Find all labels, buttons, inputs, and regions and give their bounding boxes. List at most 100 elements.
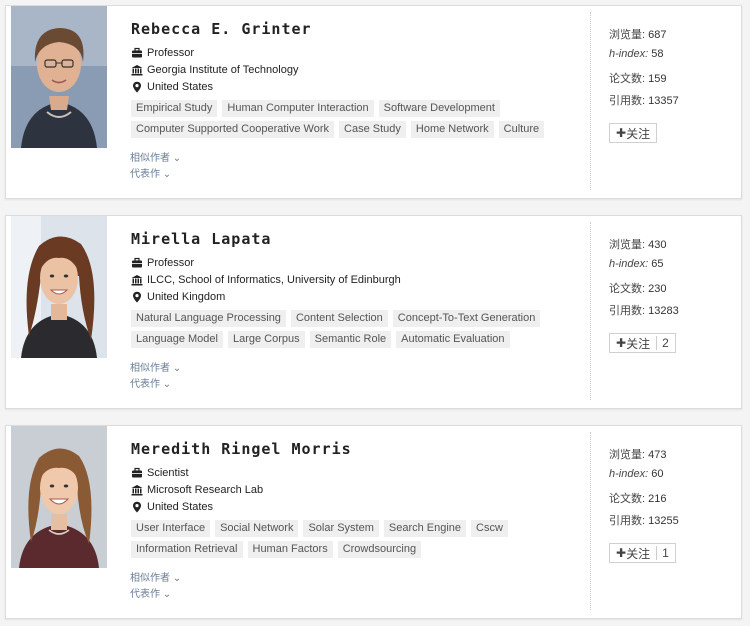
views-value: 473 (648, 449, 667, 461)
follow-count: 2 (656, 336, 669, 350)
tag[interactable]: Natural Language Processing (131, 310, 286, 327)
plus-icon: ✚ (616, 336, 627, 350)
tag[interactable]: Semantic Role (309, 331, 392, 348)
tag[interactable]: Information Retrieval (131, 541, 243, 558)
citations-value: 13283 (648, 305, 679, 317)
follow-count: 1 (656, 546, 669, 560)
institution-icon (131, 485, 143, 496)
papers-stat: 论文数: 230 (609, 283, 667, 295)
hindex-value: 58 (651, 48, 664, 60)
representative-works-label: 代表作 (130, 169, 160, 180)
position-row: Professor (131, 257, 194, 269)
tag[interactable]: Concept-To-Text Generation (392, 310, 541, 327)
position-row: Scientist (131, 467, 189, 479)
views-stat: 浏览量: 430 (609, 239, 667, 251)
views-stat: 浏览量: 473 (609, 449, 667, 461)
location-text: United Kingdom (147, 291, 226, 303)
representative-works-toggle[interactable]: 代表作 ⌄ (130, 165, 171, 180)
avatar[interactable] (11, 6, 107, 148)
papers-value: 216 (648, 493, 667, 505)
representative-works-toggle[interactable]: 代表作 ⌄ (130, 375, 171, 390)
papers-stat: 论文数: 159 (609, 73, 667, 85)
scholar-card-1: Rebecca E. Grinter Professor Georgia Ins… (5, 5, 742, 199)
tag[interactable]: Solar System (303, 520, 379, 537)
tag[interactable]: Human Computer Interaction (222, 100, 374, 117)
follow-button[interactable]: ✚ 关注 1 (609, 543, 676, 563)
tag[interactable]: Social Network (215, 520, 299, 537)
location-row: United States (131, 81, 213, 93)
tag[interactable]: Cscw (471, 520, 508, 537)
divider (590, 222, 591, 400)
papers-value: 230 (648, 283, 667, 295)
citations-value: 13255 (648, 515, 679, 527)
organization-text: ILCC, School of Informatics, University … (147, 274, 401, 286)
scholar-name[interactable]: Rebecca E. Grinter (131, 20, 312, 38)
similar-authors-toggle[interactable]: 相似作者 ⌄ (130, 149, 181, 164)
interest-tags: User Interface Social Network Solar Syst… (131, 520, 586, 562)
location-pin-icon (133, 291, 141, 303)
tag[interactable]: Crowdsourcing (337, 541, 422, 558)
follow-button[interactable]: ✚ 关注 2 (609, 333, 676, 353)
institution-icon (131, 275, 143, 286)
briefcase-icon (132, 47, 142, 58)
location-row: United Kingdom (131, 291, 225, 303)
hindex-value: 65 (651, 258, 664, 270)
citations-stat: 引用数: 13255 (609, 515, 679, 527)
hindex-stat: h-index: 65 (609, 258, 664, 270)
tag[interactable]: Software Development (378, 100, 500, 117)
scholar-name[interactable]: Meredith Ringel Morris (131, 440, 352, 458)
position-text: Professor (147, 257, 195, 269)
tag[interactable]: Content Selection (290, 310, 388, 327)
similar-authors-toggle[interactable]: 相似作者 ⌄ (130, 359, 181, 374)
location-pin-icon (133, 81, 141, 93)
chevron-down-icon: ⌄ (172, 153, 182, 164)
organization-text: Georgia Institute of Technology (147, 64, 299, 76)
representative-works-toggle[interactable]: 代表作 ⌄ (130, 585, 171, 600)
follow-label: 关注 (626, 546, 651, 561)
views-value: 687 (648, 29, 667, 41)
scholar-name[interactable]: Mirella Lapata (131, 230, 271, 248)
chevron-down-icon: ⌄ (162, 379, 172, 390)
similar-authors-label: 相似作者 (130, 363, 170, 374)
tag[interactable]: Home Network (410, 121, 494, 138)
follow-button[interactable]: ✚ 关注 (609, 123, 658, 143)
hindex-stat: h-index: 60 (609, 468, 664, 480)
tag[interactable]: Case Study (339, 121, 406, 138)
organization-row: ILCC, School of Informatics, University … (131, 274, 401, 286)
hindex-value: 60 (651, 468, 664, 480)
divider (590, 12, 591, 190)
tag[interactable]: Culture (498, 121, 545, 138)
tag[interactable]: Large Corpus (227, 331, 305, 348)
plus-icon: ✚ (616, 126, 627, 140)
tag[interactable]: Automatic Evaluation (396, 331, 510, 348)
position-row: Professor (131, 47, 194, 59)
tag[interactable]: Human Factors (247, 541, 333, 558)
views-value: 430 (648, 239, 667, 251)
avatar[interactable] (11, 426, 107, 568)
tag[interactable]: Language Model (131, 331, 223, 348)
similar-authors-toggle[interactable]: 相似作者 ⌄ (130, 569, 181, 584)
papers-value: 159 (648, 73, 667, 85)
location-pin-icon (133, 501, 141, 513)
tag[interactable]: User Interface (131, 520, 211, 537)
hindex-stat: h-index: 58 (609, 48, 664, 60)
chevron-down-icon: ⌄ (162, 169, 172, 180)
tag[interactable]: Empirical Study (131, 100, 218, 117)
chevron-down-icon: ⌄ (162, 589, 172, 600)
representative-works-label: 代表作 (130, 589, 160, 600)
plus-icon: ✚ (616, 546, 627, 560)
scholar-card-3: Meredith Ringel Morris Scientist Microso… (5, 425, 742, 619)
chevron-down-icon: ⌄ (172, 363, 182, 374)
citations-stat: 引用数: 13283 (609, 305, 679, 317)
tag[interactable]: Computer Supported Cooperative Work (131, 121, 335, 138)
institution-icon (131, 65, 143, 76)
citations-stat: 引用数: 13357 (609, 95, 679, 107)
views-stat: 浏览量: 687 (609, 29, 667, 41)
interest-tags: Empirical Study Human Computer Interacti… (131, 100, 586, 142)
avatar[interactable] (11, 216, 107, 358)
tag[interactable]: Search Engine (383, 520, 467, 537)
representative-works-label: 代表作 (130, 379, 160, 390)
citations-value: 13357 (648, 95, 679, 107)
briefcase-icon (132, 467, 142, 478)
briefcase-icon (132, 257, 142, 268)
